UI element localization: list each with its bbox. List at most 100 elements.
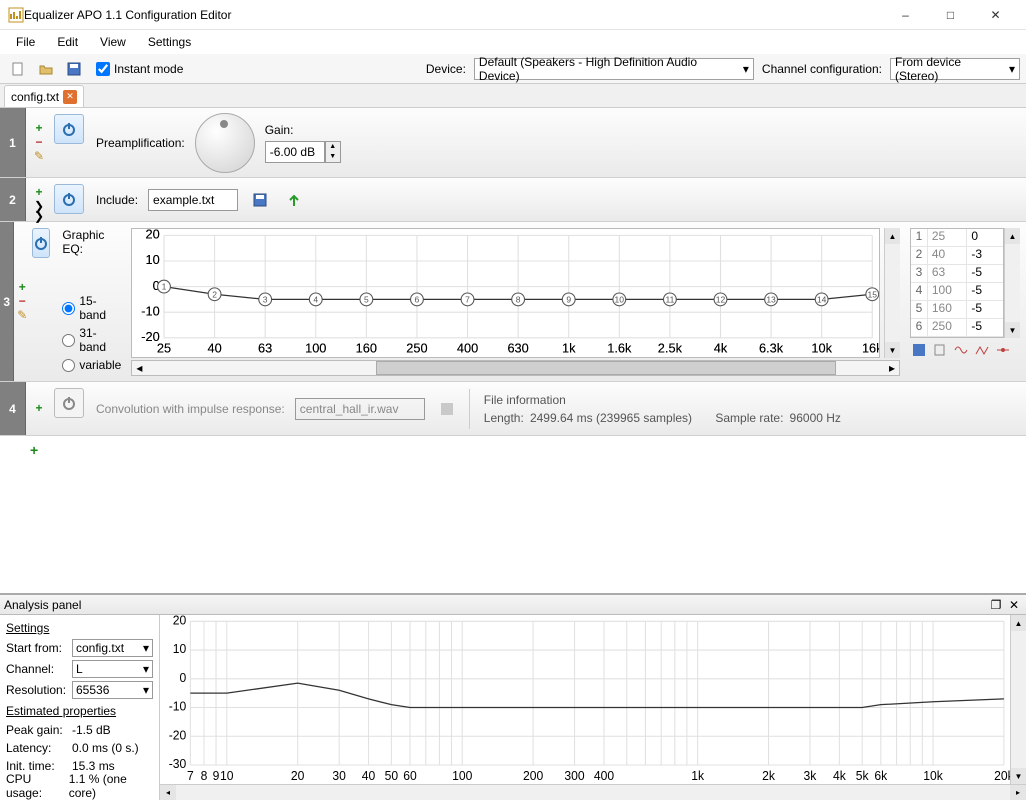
power-toggle[interactable] [54,184,84,214]
add-button[interactable]: + [31,187,47,199]
close-panel-button[interactable]: ✕ [1006,597,1022,613]
svg-text:20: 20 [146,228,160,242]
gain-knob[interactable] [195,113,255,173]
svg-text:100: 100 [452,769,472,783]
geq-hscroll[interactable]: ◂▸ [131,360,900,376]
geq-vscroll[interactable]: ▲▼ [884,228,900,358]
menu-settings[interactable]: Settings [138,32,201,52]
latency-value: 0.0 ms (0 s.) [72,741,139,755]
instant-mode-checkbox[interactable]: Instant mode [96,62,183,76]
resolution-combo[interactable]: 65536▾ [72,681,153,699]
normalize-geq-button[interactable] [973,341,991,359]
geq-table-vscroll[interactable]: ▲▼ [1004,228,1020,338]
svg-text:7: 7 [466,294,471,304]
expand-button[interactable]: ❯❯ [31,201,47,213]
filter-row-preamp: 1 + − ✎ Preamplification: Gain: ▲▼ [0,108,1026,178]
svg-text:2k: 2k [762,769,776,783]
menu-edit[interactable]: Edit [47,32,88,52]
device-label: Device: [422,62,470,76]
instant-mode-input[interactable] [96,62,110,76]
svg-text:14: 14 [817,294,827,304]
channel-config-combo[interactable]: From device (Stereo) ▾ [890,58,1020,80]
open-file-button[interactable] [34,57,58,81]
svg-text:50: 50 [385,769,399,783]
analysis-header: Analysis panel ❐ ✕ [0,595,1026,615]
svg-text:9: 9 [213,769,220,783]
invert-geq-button[interactable] [952,341,970,359]
gain-spinner[interactable]: ▲▼ [265,141,341,163]
settings-header: Settings [6,621,153,635]
svg-text:5k: 5k [856,769,870,783]
svg-text:13: 13 [767,294,777,304]
row-controls: + − ✎ [26,108,52,177]
edit-button[interactable]: ✎ [14,310,30,322]
menu-file[interactable]: File [6,32,45,52]
minimize-button[interactable]: – [883,0,928,30]
gain-input[interactable] [265,141,325,163]
save-geq-button[interactable] [910,341,928,359]
geq-label: Graphic EQ: [62,228,121,256]
include-file-input[interactable] [148,189,238,211]
filter-row-geq: 3 + − ✎ Graphic EQ: 15-band 31-band vari… [0,222,1026,382]
analysis-vscroll[interactable]: ▲▼ [1010,615,1026,784]
radio-31band[interactable]: 31-band [62,326,121,354]
row-controls: + [26,382,52,435]
filters-area: 1 + − ✎ Preamplification: Gain: ▲▼ 2 + ❯… [0,108,1026,593]
dropdown-icon: ▾ [1009,62,1015,76]
radio-variable[interactable]: variable [62,358,121,372]
geq-chart[interactable]: -20-10010202540631001602504006301k1.6k2.… [131,228,880,358]
maximize-button[interactable]: □ [928,0,973,30]
power-toggle[interactable] [32,228,50,258]
svg-text:10: 10 [615,294,625,304]
analysis-title: Analysis panel [4,598,986,612]
svg-text:8: 8 [201,769,208,783]
tab-close-icon[interactable]: ✕ [63,90,77,104]
tab-config[interactable]: config.txt ✕ [4,85,84,107]
svg-text:-10: -10 [142,303,160,318]
undock-button[interactable]: ❐ [988,597,1004,613]
svg-text:12: 12 [716,294,726,304]
open-include-button[interactable] [282,188,306,212]
add-button[interactable]: + [14,282,30,294]
power-toggle-off[interactable] [54,388,84,418]
new-file-button[interactable] [6,57,30,81]
spin-up-icon[interactable]: ▲ [326,142,340,152]
save-include-button[interactable] [248,188,272,212]
row-number: 2 [0,178,26,221]
analysis-chart[interactable]: -30-20-100102078910203040506010020030040… [160,615,1010,784]
analysis-settings: Settings Start from:config.txt▾ Channel:… [0,615,160,800]
svg-text:1: 1 [162,282,167,292]
svg-text:2.5k: 2.5k [658,341,683,356]
svg-text:6: 6 [415,294,420,304]
svg-text:300: 300 [564,769,584,783]
svg-text:200: 200 [523,769,543,783]
spin-down-icon[interactable]: ▼ [326,152,340,162]
save-file-button[interactable] [62,57,86,81]
reset-geq-button[interactable] [994,341,1012,359]
start-from-combo[interactable]: config.txt▾ [72,639,153,657]
power-toggle[interactable] [54,114,84,144]
close-button[interactable]: ✕ [973,0,1018,30]
add-button[interactable]: + [31,403,47,415]
device-combo[interactable]: Default (Speakers - High Definition Audi… [474,58,754,80]
peak-gain-value: -1.5 dB [72,723,111,737]
remove-button[interactable]: − [31,137,47,149]
edit-button[interactable]: ✎ [31,151,47,163]
svg-text:25: 25 [157,341,171,356]
geq-table[interactable]: 1250240-3363-54100-55160-56250-5 [910,228,1004,338]
svg-text:20k: 20k [994,769,1010,783]
channel-combo[interactable]: L▾ [72,660,153,678]
copy-geq-button[interactable] [931,341,949,359]
tab-label: config.txt [11,90,59,104]
radio-15band[interactable]: 15-band [62,294,121,322]
save-ir-button[interactable] [435,397,459,421]
add-button[interactable]: + [31,123,47,135]
svg-text:40: 40 [208,341,222,356]
svg-text:2: 2 [213,289,218,299]
add-filter-button[interactable]: + [30,442,38,458]
remove-button[interactable]: − [14,296,30,308]
svg-text:7: 7 [187,769,194,783]
svg-text:20: 20 [291,769,305,783]
menu-view[interactable]: View [90,32,136,52]
analysis-hscroll[interactable]: ◂▸ [160,784,1026,800]
